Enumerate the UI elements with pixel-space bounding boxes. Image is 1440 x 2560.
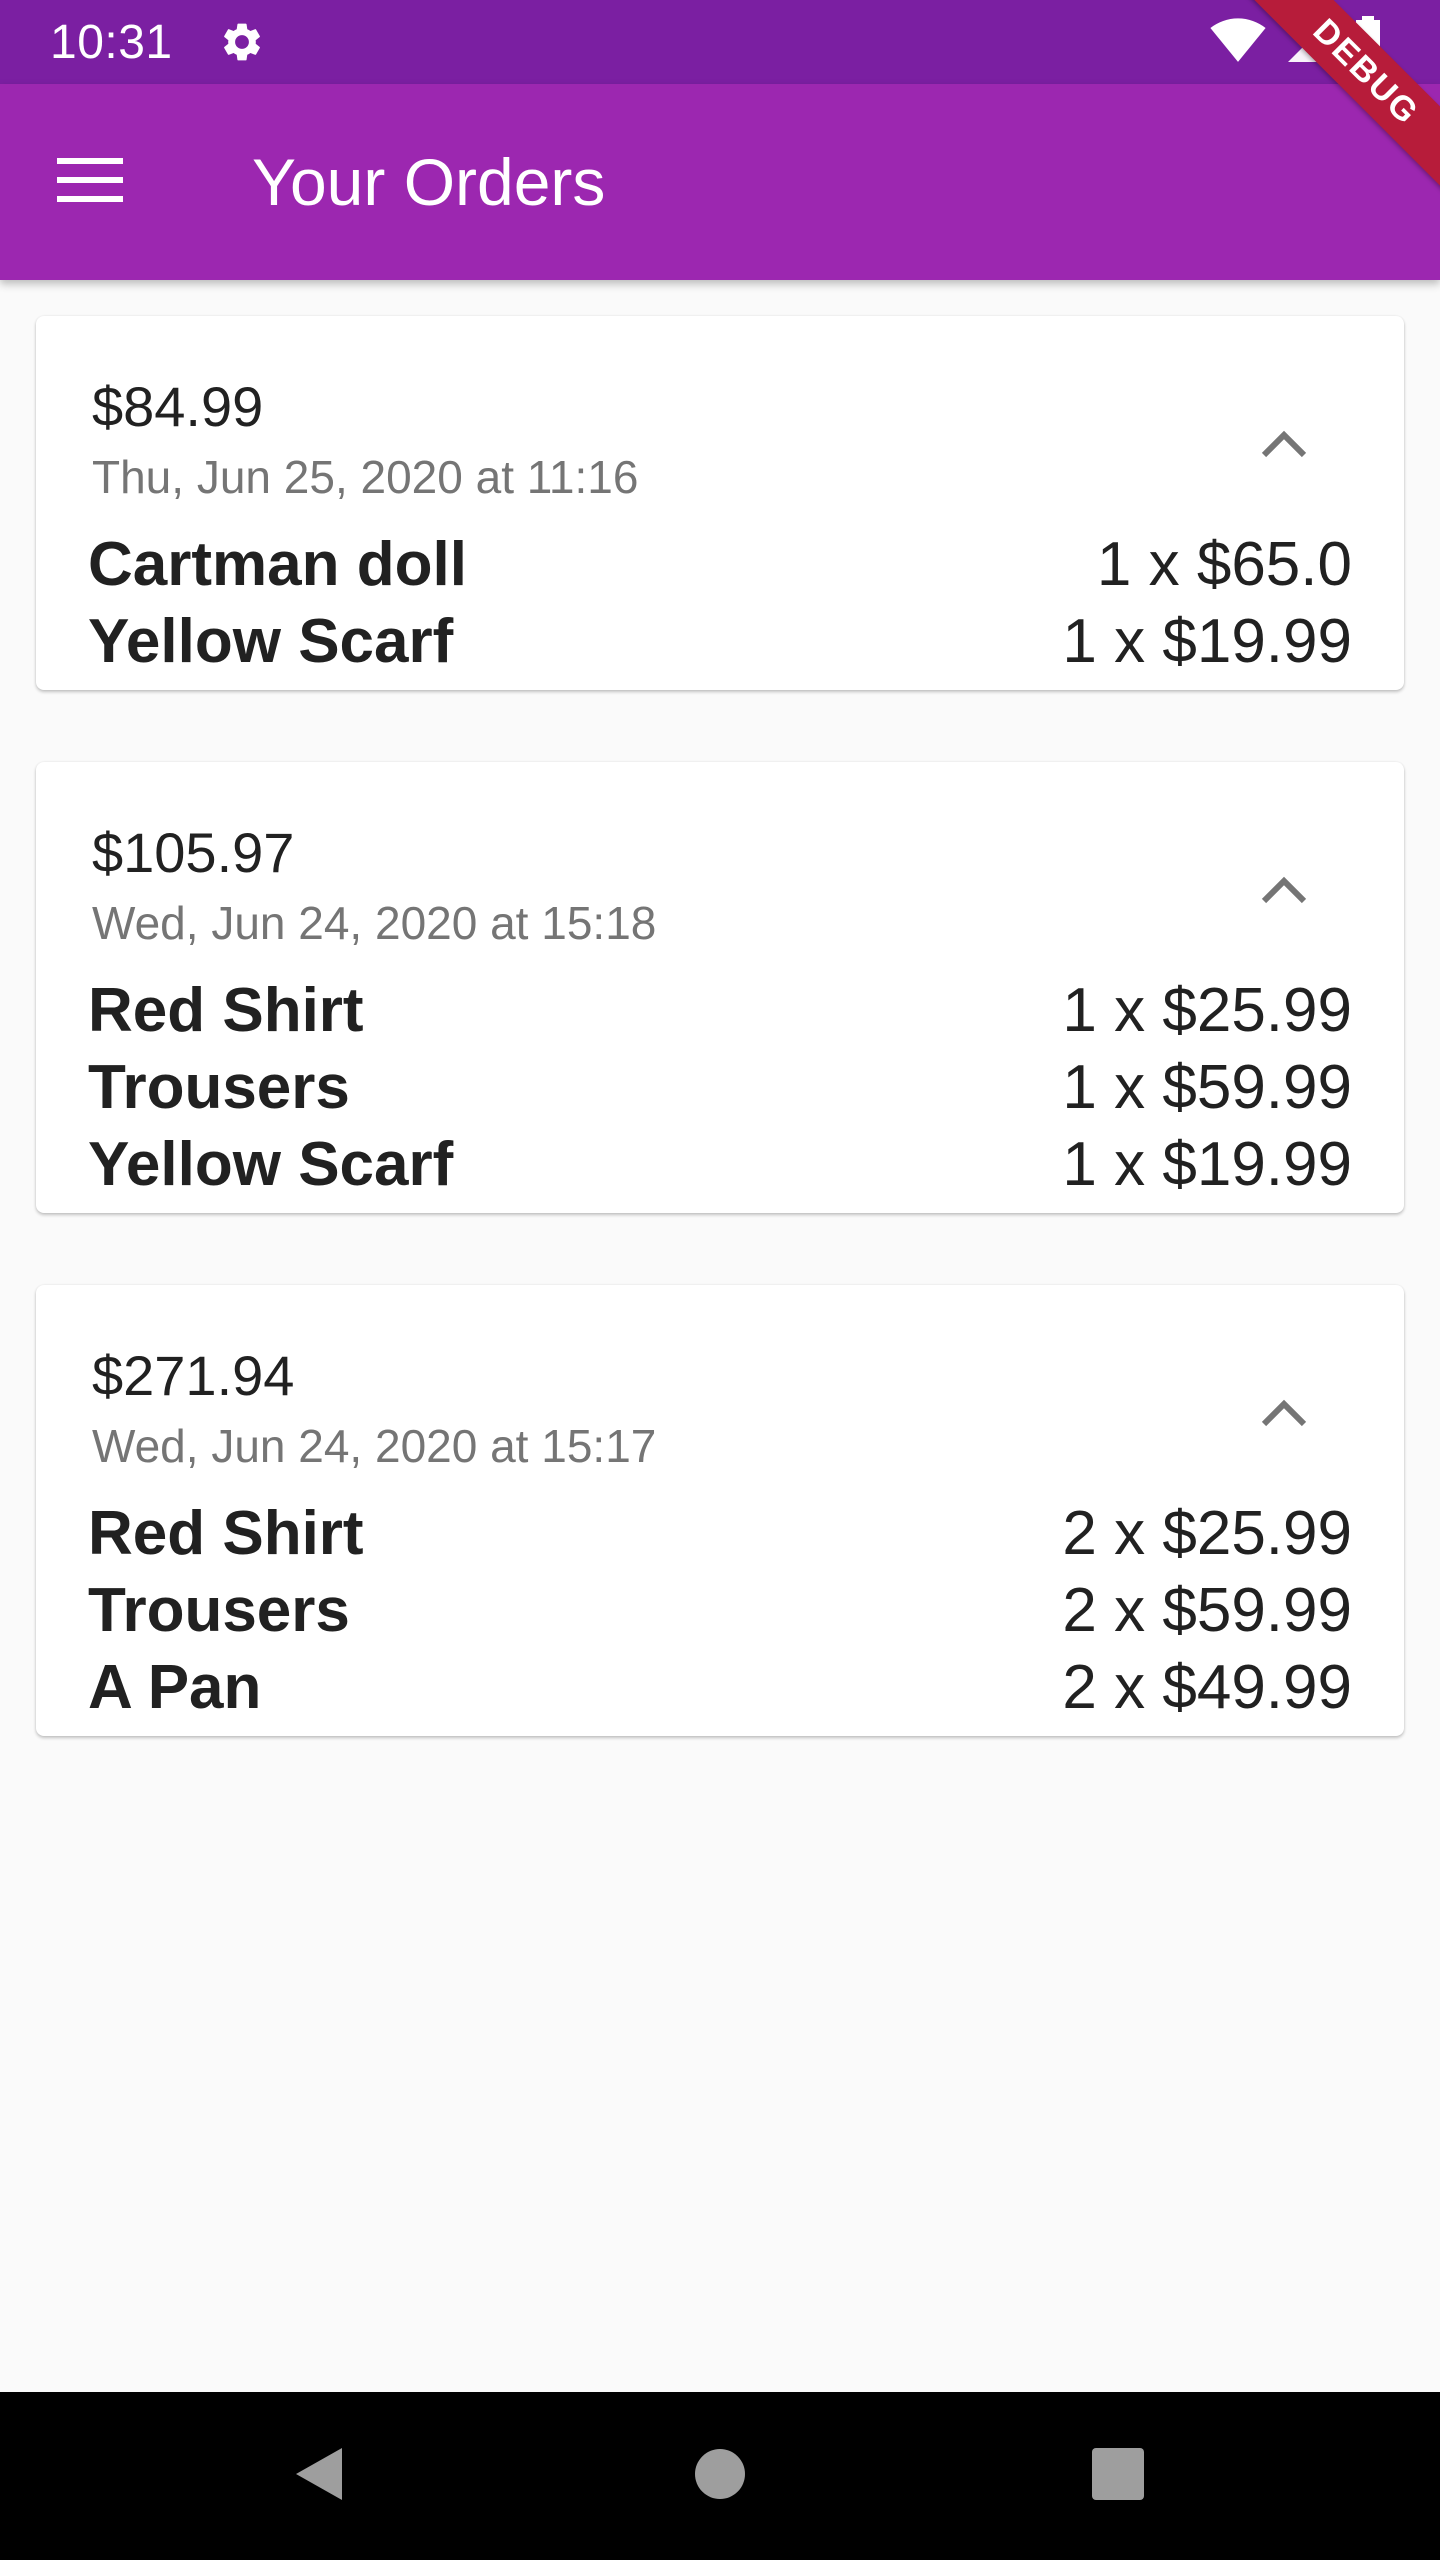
order-header[interactable]: $105.97 Wed, Jun 24, 2020 at 15:18: [36, 762, 1404, 972]
order-items: Cartman doll 1 x $65.0 Yellow Scarf 1 x …: [36, 526, 1404, 690]
order-total: $271.94: [92, 1344, 295, 1407]
order-item: Yellow Scarf 1 x $19.99: [88, 603, 1352, 680]
app-bar: Your Orders: [0, 84, 1440, 280]
order-item: A Pan 2 x $49.99: [88, 1649, 1352, 1726]
order-item: Trousers 1 x $59.99: [88, 1049, 1352, 1126]
gear-icon: [217, 17, 267, 67]
order-card: $84.99 Thu, Jun 25, 2020 at 11:16 Cartma…: [36, 316, 1404, 690]
orders-list: $84.99 Thu, Jun 25, 2020 at 11:16 Cartma…: [36, 316, 1404, 1808]
home-button[interactable]: [680, 2436, 760, 2516]
page-title: Your Orders: [252, 145, 606, 219]
order-item: Yellow Scarf 1 x $19.99: [88, 1126, 1352, 1203]
order-total: $105.97: [92, 821, 295, 884]
status-indicators: [1210, 15, 1382, 70]
order-card: $271.94 Wed, Jun 24, 2020 at 15:17 Red S…: [36, 1285, 1404, 1736]
order-item: Cartman doll 1 x $65.0: [88, 526, 1352, 603]
chevron-up-icon: [1260, 429, 1308, 464]
order-date: Wed, Jun 24, 2020 at 15:17: [92, 1420, 657, 1472]
menu-button[interactable]: [40, 132, 140, 232]
back-icon: [290, 2444, 346, 2509]
item-quantity-price: 2 x $25.99: [1062, 1499, 1352, 1568]
collapse-button[interactable]: [1244, 852, 1324, 932]
item-name: Yellow Scarf: [88, 1130, 454, 1199]
item-name: Trousers: [88, 1576, 350, 1645]
order-date: Wed, Jun 24, 2020 at 15:18: [92, 897, 657, 949]
order-items: Red Shirt 1 x $25.99 Trousers 1 x $59.99…: [36, 972, 1404, 1213]
recents-icon: [1091, 2447, 1145, 2506]
item-quantity-price: 1 x $25.99: [1062, 976, 1352, 1045]
order-card: $105.97 Wed, Jun 24, 2020 at 15:18 Red S…: [36, 762, 1404, 1213]
back-button[interactable]: [278, 2436, 358, 2516]
item-quantity-price: 2 x $49.99: [1062, 1653, 1352, 1722]
item-quantity-price: 1 x $19.99: [1062, 607, 1352, 676]
status-time: 10:31: [50, 15, 173, 69]
recents-button[interactable]: [1078, 2436, 1158, 2516]
collapse-button[interactable]: [1244, 1375, 1324, 1455]
system-nav-bar: [0, 2392, 1440, 2560]
item-name: Cartman doll: [88, 530, 467, 599]
order-items: Red Shirt 2 x $25.99 Trousers 2 x $59.99…: [36, 1495, 1404, 1736]
home-icon: [694, 2448, 746, 2505]
cellular-signal-icon: [1288, 17, 1332, 68]
order-total: $84.99: [92, 375, 264, 438]
battery-icon: [1354, 15, 1382, 70]
order-date: Thu, Jun 25, 2020 at 11:16: [92, 451, 639, 503]
item-name: Yellow Scarf: [88, 607, 454, 676]
chevron-up-icon: [1260, 1398, 1308, 1433]
item-name: Trousers: [88, 1053, 350, 1122]
item-quantity-price: 1 x $65.0: [1096, 530, 1352, 599]
item-name: Red Shirt: [88, 976, 364, 1045]
wifi-icon: [1210, 17, 1266, 68]
order-header[interactable]: $271.94 Wed, Jun 24, 2020 at 15:17: [36, 1285, 1404, 1495]
collapse-button[interactable]: [1244, 406, 1324, 486]
item-name: A Pan: [88, 1653, 262, 1722]
menu-icon: [57, 156, 123, 209]
item-name: Red Shirt: [88, 1499, 364, 1568]
order-item: Red Shirt 2 x $25.99: [88, 1495, 1352, 1572]
order-item: Trousers 2 x $59.99: [88, 1572, 1352, 1649]
order-item: Red Shirt 1 x $25.99: [88, 972, 1352, 1049]
item-quantity-price: 1 x $59.99: [1062, 1053, 1352, 1122]
order-header[interactable]: $84.99 Thu, Jun 25, 2020 at 11:16: [36, 316, 1404, 526]
chevron-up-icon: [1260, 875, 1308, 910]
item-quantity-price: 1 x $19.99: [1062, 1130, 1352, 1199]
status-bar: 10:31: [0, 0, 1440, 84]
item-quantity-price: 2 x $59.99: [1062, 1576, 1352, 1645]
